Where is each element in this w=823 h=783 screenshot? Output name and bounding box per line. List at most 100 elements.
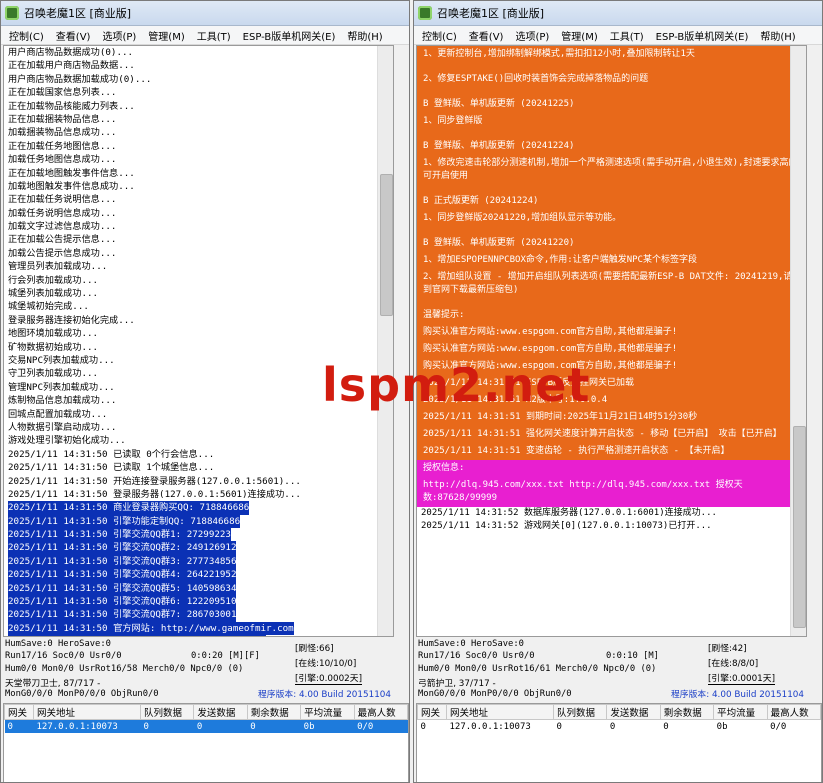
col-gateway-address[interactable]: 网关地址 [446,704,554,720]
left-log-scrollbar[interactable] [377,46,393,636]
log-line: 2025/1/11 14:31:50 登录服务器(127.0.0.1:5601)… [8,488,301,500]
menu-help[interactable]: 帮助(H) [341,28,388,43]
log-line: 正在加载任务说明信息... [8,194,117,206]
selected-text: 2025/1/11 14:31:50 引擎交流QQ群6: 122209510 [8,595,237,609]
watermark-text: lspm2.net [322,358,591,412]
col-gateway[interactable]: 网关 [417,704,447,720]
scroll-thumb[interactable] [793,426,806,628]
changelog-line: B 正式版更新 (20241224) [423,196,539,206]
log-line: 管理员列表加载成功... [8,261,108,273]
cell-send: 0 [609,721,616,732]
menu-tools[interactable]: 工具(T) [191,28,237,43]
cell-gateway: 0 [420,721,426,732]
menu-control[interactable]: 控制(C) [3,28,50,43]
selected-text: 2025/1/11 14:31:50 引擎交流QQ群2: 249126912 [8,541,237,555]
online-count: [在线:8/8/0] [708,659,759,669]
menu-manage[interactable]: 管理(M) [142,28,190,43]
status-line-run: Run17/16 Soc0/0 Usr0/0 [5,651,122,661]
changelog-line: B 登鲜版、单机版更新 (20241220) [423,238,575,248]
selected-text: 2025/1/11 14:31:50 程序版本: 4.00 Build 2015… [8,635,267,636]
log-line: 地图环境加载成功... [8,328,99,340]
col-max-users[interactable]: 最高人数 [766,704,822,720]
log-line-selected: 2025/1/11 14:31:50 引擎功能定制QQ: 718846686 [4,514,393,529]
app-icon [5,6,19,20]
log-line: 用户商店物品数据成功(0)... [8,47,134,58]
col-avg-traffic[interactable]: 平均流量 [300,704,355,720]
log-line-selected: 2025/1/11 14:31:50 引擎交流QQ群1: 27299223 [4,528,393,542]
log-line: 正在加载地图触发事件信息... [8,167,135,179]
right-status-area: HumSave:0 HeroSave:0 Run17/16 Soc0/0 Usr… [416,639,822,705]
menu-control[interactable]: 控制(C) [416,28,463,43]
col-queue-data[interactable]: 队列数据 [552,704,608,720]
log-line: 正在加载公告提示信息... [8,234,117,246]
col-gateway[interactable]: 网关 [4,704,34,720]
right-gateway-table[interactable]: 网关 网关地址 队列数据 发送数据 剩余数据 平均流量 最高人数 0 127.0… [416,703,822,782]
status-line-time: 0:0:10 [M] [606,651,659,661]
table-row[interactable]: 0 127.0.0.1:10073 0 0 0 0b 0/0 [4,719,408,733]
changelog-line: 温馨提示: [423,310,465,320]
log-line-selected: 2025/1/11 14:31:50 引擎交流QQ群5: 140598634 [4,581,393,596]
col-remaining-data[interactable]: 剩余数据 [659,704,715,720]
changelog-line [417,299,806,307]
menu-manage[interactable]: 管理(M) [555,28,603,43]
scroll-thumb[interactable] [380,174,393,316]
status-line-run: Run17/16 Soc0/0 Usr0/0 [418,651,535,661]
col-send-data[interactable]: 发送数据 [193,704,248,720]
changelog-line [417,88,806,96]
cell-queue: 0 [556,721,562,732]
cell-send: 0 [193,719,248,733]
app-icon [418,6,432,20]
log-line: 行会列表加载成功... [8,274,99,286]
selected-text: 2025/1/11 14:31:50 官方网站: http://www.game… [8,621,294,636]
right-log-scrollbar[interactable] [790,46,806,636]
license-info-label: 授权信息: [417,460,806,477]
program-version: 程序版本: 4.00 Build 20151104 [258,690,391,700]
log-line: 2025/1/11 14:31:52 游戏网关[0](127.0.0.1:100… [421,521,712,532]
col-gateway-address[interactable]: 网关地址 [33,704,141,720]
status-line-hum: Hum0/0 Mon0/0 UsrRot16/58 Merch0/0 Npc0/… [5,664,244,674]
status-line-mong: MonG0/0/0 MonP0/0/0 ObjRun0/0 [418,689,572,699]
menu-help[interactable]: 帮助(H) [754,28,801,43]
menu-view[interactable]: 查看(V) [50,28,97,43]
menu-options[interactable]: 选项(P) [509,28,555,43]
changelog-line [417,63,806,71]
col-max-users[interactable]: 最高人数 [353,704,409,720]
menu-view[interactable]: 查看(V) [463,28,510,43]
right-title-bar[interactable]: 召唤老魔1区 [商业版] [414,1,822,26]
col-avg-traffic[interactable]: 平均流量 [713,704,768,720]
left-title-bar[interactable]: 召唤老魔1区 [商业版] [1,1,409,26]
changelog-line [417,227,806,235]
online-count: [在线:10/10/0] [295,659,357,669]
log-line-selected: 2025/1/11 14:31:50 官方网站: http://www.game… [4,621,393,636]
status-line-save: HumSave:0 HeroSave:0 [5,639,111,649]
cell-address: 127.0.0.1:10073 [449,721,531,732]
log-line: 2025/1/11 14:31:52 数据库服务器(127.0.0.1:6001… [421,508,717,518]
engine-days: [引擎:0.0002天] [295,671,362,685]
program-version: 程序版本: 4.00 Build 20151104 [671,690,804,700]
left-gateway-table[interactable]: 网关 网关地址 队列数据 发送数据 剩余数据 平均流量 最高人数 0 127.0… [3,703,409,782]
changelog-line: 购买认准官方网站:www.espgom.com官方自助,其他都是骗子! [423,327,678,337]
menu-espb-gateway[interactable]: ESP-B版单机网关(E) [650,28,755,43]
cell-avg: 0b [716,721,728,732]
menu-tools[interactable]: 工具(T) [604,28,650,43]
table-header-row: 网关 网关地址 队列数据 发送数据 剩余数据 平均流量 最高人数 [4,704,409,720]
cell-remaining: 0 [663,721,669,732]
selected-text: 2025/1/11 14:31:50 商业登录器购买QQ: 718846686 [8,501,250,515]
log-line: 正在加载任务地图信息... [8,140,117,152]
col-queue-data[interactable]: 队列数据 [139,704,195,720]
menu-espb-gateway[interactable]: ESP-B版单机网关(E) [237,28,342,43]
log-line: 加载任务地图信息成功... [8,154,117,166]
changelog-line: 2025/1/11 14:31:51 强化网关速度计算开启状态 - 移动【已开启… [423,429,782,439]
right-menubar: 控制(C) 查看(V) 选项(P) 管理(M) 工具(T) ESP-B版单机网关… [414,26,822,45]
status-line-save: HumSave:0 HeroSave:0 [418,639,524,649]
changelog-line: 1、同步登鲜版20241220,增加组队显示等功能。 [423,213,622,223]
changelog-line: 购买认准官方网站:www.espgom.com官方自助,其他都是骗子! [423,344,678,354]
cell-max: 0/0 [770,721,787,732]
changelog-line [417,185,806,193]
right-log-panel[interactable]: 1、更新控制台,增加绑制解绑模式,需扣扣12小时,叠加限制转让1天 2、修复ESP… [416,45,807,637]
left-log-panel[interactable]: 用户商店物品数据成功(0)... 正在加载用户商店物品数据... 用户商店物品数据加… [3,45,394,637]
col-send-data[interactable]: 发送数据 [606,704,661,720]
col-remaining-data[interactable]: 剩余数据 [246,704,302,720]
table-row[interactable]: 0 127.0.0.1:10073 0 0 0 0b 0/0 [418,720,821,734]
menu-options[interactable]: 选项(P) [96,28,142,43]
